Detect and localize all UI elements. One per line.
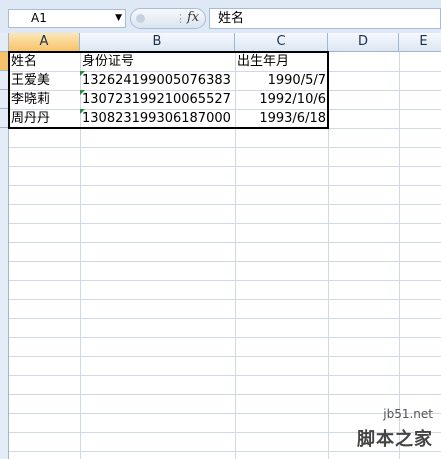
gridline (399, 52, 400, 459)
formula-controls: ⋮ fx (130, 8, 206, 29)
gridline (9, 185, 441, 186)
gridline (9, 356, 441, 357)
separator-icon: ⋮ (175, 12, 186, 25)
watermark: jb51.net 脚本之家 (307, 407, 437, 457)
gridline (9, 375, 441, 376)
text-number-marker-icon (80, 109, 85, 114)
gridline (9, 318, 441, 319)
cell-b4[interactable]: 130823199306187000 (80, 109, 235, 128)
worksheet-grid[interactable]: A B C D E 姓名 身份证号 出生年月 王爱美 1326241990050… (0, 33, 441, 459)
cell-b2-value: 132624199005076383 (82, 73, 231, 88)
text-number-marker-icon (80, 90, 85, 95)
column-header-d[interactable]: D (328, 33, 399, 52)
gridline (9, 204, 441, 205)
watermark-text: 脚本之家 (357, 429, 433, 450)
row-header-2[interactable] (0, 71, 9, 90)
column-header-a[interactable]: A (9, 33, 80, 52)
name-box-value: A1 (31, 11, 47, 25)
cell-a2[interactable]: 王爱美 (9, 71, 80, 90)
cell-c2[interactable]: 1990/5/7 (235, 71, 328, 90)
text-number-marker-icon (80, 71, 85, 76)
formula-input[interactable]: 姓名 (209, 8, 441, 29)
gridline (9, 261, 441, 262)
cell-c1[interactable]: 出生年月 (235, 52, 328, 71)
watermark-url: jb51.net (383, 407, 433, 421)
cell-c4[interactable]: 1993/6/18 (235, 109, 328, 128)
column-header-e[interactable]: E (399, 33, 441, 52)
gridline (9, 299, 441, 300)
gridline (9, 280, 441, 281)
name-box[interactable]: A1 ▼ (8, 9, 126, 28)
cell-b3[interactable]: 130723199210065527 (80, 90, 235, 109)
insert-function-button[interactable]: fx (187, 10, 199, 25)
cell-a4[interactable]: 周丹丹 (9, 109, 80, 128)
formula-bar: A1 ▼ ⋮ fx 姓名 (0, 0, 441, 33)
gridline (9, 337, 441, 338)
cell-b1[interactable]: 身份证号 (80, 52, 235, 71)
row-header-3[interactable] (0, 90, 9, 109)
gridline (9, 147, 441, 148)
row-header-rest[interactable] (0, 128, 9, 459)
chevron-down-icon[interactable]: ▼ (115, 10, 122, 27)
cell-b2[interactable]: 132624199005076383 (80, 71, 235, 90)
cell-c3[interactable]: 1992/10/6 (235, 90, 328, 109)
column-header-b[interactable]: B (80, 33, 235, 52)
gridline (328, 52, 329, 459)
gridline (9, 128, 441, 129)
cell-b3-value: 130723199210065527 (82, 92, 231, 107)
column-header-c[interactable]: C (235, 33, 328, 52)
gridline (9, 242, 441, 243)
select-all-corner[interactable] (0, 33, 9, 52)
row-header-1[interactable] (0, 52, 9, 71)
cell-b4-value: 130823199306187000 (82, 111, 231, 126)
cell-a1[interactable]: 姓名 (9, 52, 80, 71)
cell-a3[interactable]: 李晓莉 (9, 90, 80, 109)
gridline (9, 166, 441, 167)
row-header-4[interactable] (0, 109, 9, 128)
gridline (9, 223, 441, 224)
gridline (9, 394, 441, 395)
handle-icon[interactable] (136, 14, 145, 23)
